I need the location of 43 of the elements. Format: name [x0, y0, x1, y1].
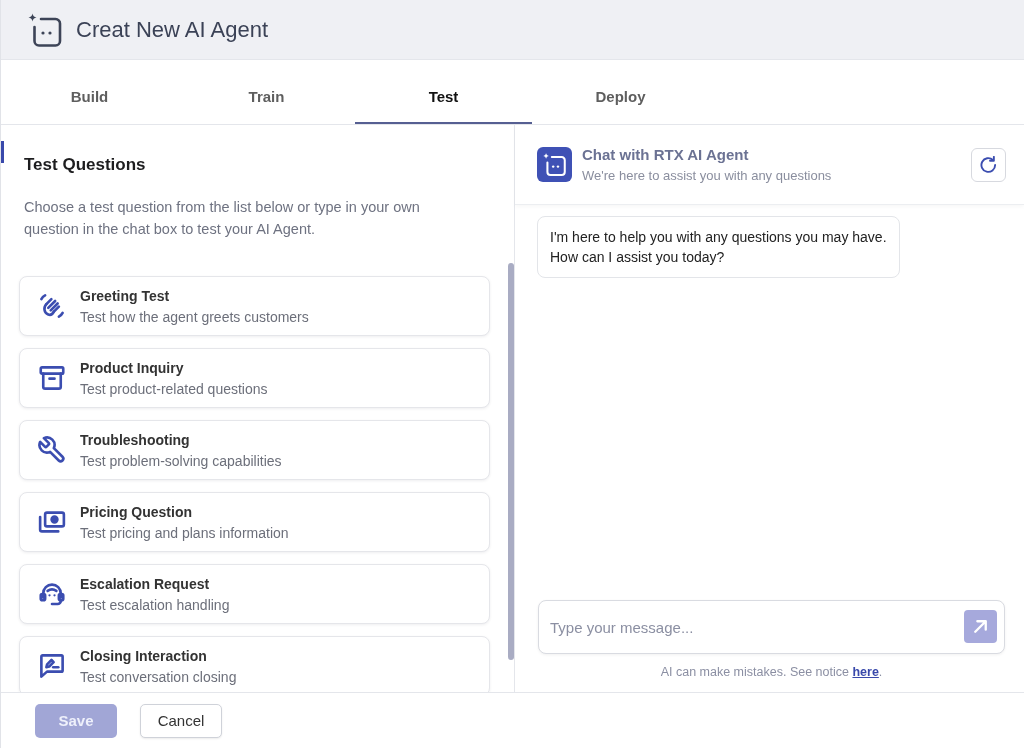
- question-description: Test conversation closing: [80, 667, 237, 686]
- question-title: Pricing Question: [80, 502, 193, 521]
- tab[interactable]: Deploy: [532, 60, 709, 124]
- page-title: Creat New AI Agent: [76, 16, 268, 43]
- question-description: Test problem-solving capabilities: [80, 451, 282, 470]
- robot-icon: [537, 147, 572, 182]
- tab[interactable]: Train: [178, 60, 355, 124]
- refresh-button[interactable]: [971, 147, 1006, 182]
- question-title: Product Inquiry: [80, 358, 185, 377]
- question-title: Troubleshooting: [80, 430, 191, 449]
- question-description: Test product-related questions: [80, 379, 268, 398]
- scrollbar-thumb[interactable]: [508, 263, 514, 660]
- chat-subtitle: We're here to assist you with any questions: [582, 167, 832, 184]
- question-title: Closing Interaction: [80, 646, 208, 665]
- chat-pen-icon: [37, 651, 67, 681]
- question-description: Test escalation handling: [80, 595, 230, 614]
- question-card[interactable]: Greeting Test Test how the agent greets customers: [19, 276, 490, 336]
- robot-icon: [28, 12, 62, 47]
- refresh-icon: [980, 155, 997, 174]
- question-card[interactable]: Product Inquiry Test product-related questions: [19, 348, 490, 408]
- question-title: Escalation Request: [80, 574, 211, 593]
- notice-link[interactable]: here: [852, 665, 879, 679]
- question-card[interactable]: Troubleshooting Test problem-solving capabilities: [19, 420, 490, 480]
- archive-box-icon: [37, 363, 67, 393]
- section-description: Choose a test question from the list below or type in your own question in the chat box to test your AI Agent.: [24, 198, 421, 239]
- tab[interactable]: Test: [355, 60, 532, 124]
- question-title: Greeting Test: [80, 286, 171, 305]
- section-heading: Test Questions: [24, 154, 147, 176]
- question-description: Test how the agent greets customers: [80, 307, 309, 326]
- chat-title: Chat with RTX AI Agent: [582, 145, 749, 164]
- wrench-icon: [37, 435, 67, 465]
- arrow-icon: [974, 620, 987, 633]
- question-card[interactable]: Closing Interaction Test conversation closing: [19, 636, 490, 692]
- accent-bar: [1, 141, 4, 163]
- disclaimer-text: AI can make mistakes. See notice here.: [659, 664, 884, 680]
- chat-message: I'm here to help you with any questions you may have. How can I assist you today?: [537, 216, 900, 278]
- message-input[interactable]: Type your message...: [538, 600, 1005, 654]
- question-card[interactable]: Pricing Question Test pricing and plans information: [19, 492, 490, 552]
- question-card[interactable]: Escalation Request Test escalation handling: [19, 564, 490, 624]
- tab[interactable]: Build: [1, 60, 178, 124]
- question-description: Test pricing and plans information: [80, 523, 289, 542]
- waving-hand-icon: [37, 291, 67, 321]
- cancel-button[interactable]: Cancel: [140, 703, 222, 738]
